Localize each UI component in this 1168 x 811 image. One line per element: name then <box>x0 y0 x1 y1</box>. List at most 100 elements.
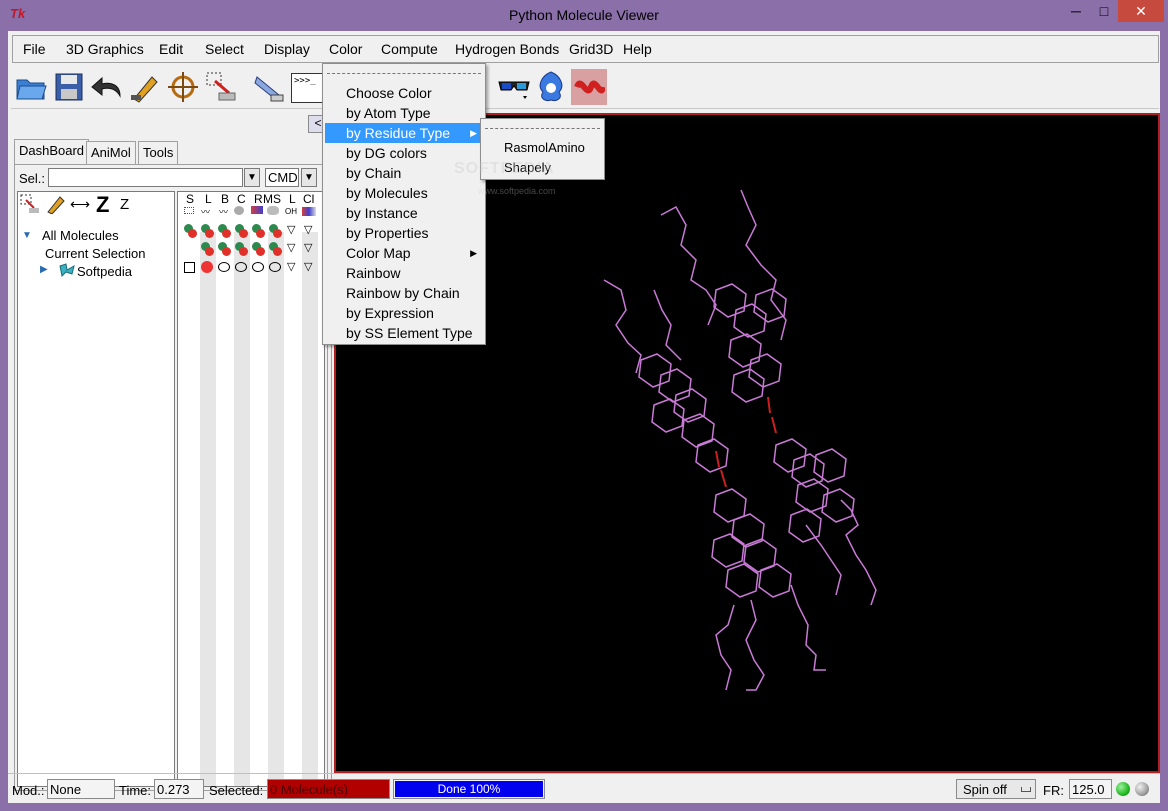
tab-animol[interactable]: AniMol <box>86 141 136 164</box>
menu-compute[interactable]: Compute <box>381 41 438 57</box>
label-toggle-triangle-icon[interactable]: ▽ <box>287 260 295 273</box>
cmd-select[interactable]: CMD <box>265 168 299 187</box>
menu-select[interactable]: Select <box>205 41 244 57</box>
column-header-l: L <box>205 192 212 206</box>
minimize-button[interactable]: ─ <box>1062 0 1090 22</box>
hydrogen-bond <box>771 416 777 434</box>
menu-color[interactable]: Color <box>329 41 362 57</box>
menu-help[interactable]: Help <box>623 41 652 57</box>
toggle-off-oval[interactable] <box>218 262 230 272</box>
cmd-dropdown-arrow-icon[interactable]: ▼ <box>301 168 317 187</box>
color-menu-dropdown: Choose Color by Atom Type by Residue Typ… <box>322 63 486 345</box>
menu-3d-graphics[interactable]: 3D Graphics <box>66 41 144 57</box>
molecule-tree: ⟷ Z Z ▼ All Molecules Current Selection … <box>17 191 175 787</box>
menu-item-by-residue-type[interactable]: by Residue Type ▶ <box>325 123 483 143</box>
tearoff-line[interactable] <box>327 73 481 74</box>
menu-item-rainbow-by-chain[interactable]: Rainbow by Chain <box>325 283 483 303</box>
bond-tool-icon[interactable] <box>251 69 287 105</box>
toggle-dot[interactable] <box>256 229 265 238</box>
toggle-dot[interactable] <box>188 229 197 238</box>
toggle-off-oval[interactable] <box>252 262 264 272</box>
select-region-icon[interactable] <box>203 69 239 105</box>
distance-tool-icon[interactable]: ⟷ <box>70 196 90 213</box>
toggle-dot[interactable] <box>239 247 248 256</box>
label-toggle-triangle-icon[interactable]: ▽ <box>287 223 295 236</box>
ribbon-icon[interactable] <box>571 69 607 105</box>
menu-hydrogen-bonds[interactable]: Hydrogen Bonds <box>455 41 559 57</box>
selection-input[interactable] <box>48 168 243 187</box>
toggle-dot[interactable] <box>273 229 282 238</box>
frame-rate-field[interactable]: 125.0 <box>1069 779 1112 799</box>
color-toggle-triangle-icon[interactable]: ▽ <box>304 223 312 236</box>
molecule-chain <box>805 524 842 596</box>
surface-blob-icon[interactable] <box>533 69 569 105</box>
python-shell-icon[interactable]: >>>_ <box>291 73 325 103</box>
maximize-button[interactable]: □ <box>1090 0 1118 22</box>
expand-triangle-icon[interactable]: ▶ <box>40 264 48 275</box>
tree-item-softpedia[interactable]: Softpedia <box>77 264 132 279</box>
color-toggle-triangle-icon[interactable]: ▽ <box>304 260 312 273</box>
menu-item-by-ss-element-type[interactable]: by SS Element Type <box>325 323 483 343</box>
menu-file[interactable]: File <box>23 41 46 57</box>
menu-item-by-atom-type[interactable]: by Atom Type <box>325 103 483 123</box>
column-stripe <box>268 232 284 786</box>
menu-item-color-map[interactable]: Color Map ▶ <box>325 243 483 263</box>
selected-label: Selected: <box>209 783 264 798</box>
open-folder-icon[interactable] <box>13 69 49 105</box>
menu-grid3d[interactable]: Grid3D <box>569 41 613 57</box>
spin-select[interactable]: Spin off <box>956 779 1036 799</box>
column-stripe <box>234 232 250 786</box>
pencil-tool-icon[interactable] <box>46 194 66 217</box>
menu-item-rainbow[interactable]: Rainbow <box>325 263 483 283</box>
menu-item-by-molecules[interactable]: by Molecules <box>325 183 483 203</box>
stereo-glasses-icon[interactable] <box>496 69 532 105</box>
toggle-dot[interactable] <box>239 229 248 238</box>
column-header-ms: MS <box>263 192 281 206</box>
hydrogen-bond <box>767 396 771 414</box>
tree-item-all-molecules[interactable]: All Molecules <box>42 228 119 243</box>
lines-on-dot[interactable] <box>201 261 213 273</box>
molecule-chain <box>660 205 717 326</box>
crosshair-pick-icon[interactable] <box>165 69 201 105</box>
z-large-tool[interactable]: Z <box>96 192 109 218</box>
select-checkbox[interactable] <box>184 262 195 273</box>
time-value-field: 0.273 <box>154 779 204 799</box>
z-small-tool[interactable]: Z <box>120 196 129 213</box>
left-dashboard-panel: < DashBoard AniMol Tools Sel.: ▼ CMD ▼ ⟷… <box>12 113 332 793</box>
label-toggle-triangle-icon[interactable]: ▽ <box>287 241 295 254</box>
toggle-dot[interactable] <box>205 247 214 256</box>
progress-bar: Done 100% <box>393 779 545 799</box>
softpedia-watermark-url: www.softpedia.com <box>478 186 556 196</box>
color-toggle-triangle-icon[interactable]: ▽ <box>304 241 312 254</box>
toggle-dot[interactable] <box>222 247 231 256</box>
tree-item-current-selection[interactable]: Current Selection <box>45 246 145 261</box>
sel-dropdown-arrow-icon[interactable]: ▼ <box>244 168 260 187</box>
menu-item-by-instance[interactable]: by Instance <box>325 203 483 223</box>
menu-display[interactable]: Display <box>264 41 310 57</box>
menu-item-by-expression[interactable]: by Expression <box>325 303 483 323</box>
select-tool-icon[interactable] <box>20 194 40 217</box>
dropdown-indicator-icon <box>1021 787 1031 792</box>
menu-item-by-properties[interactable]: by Properties <box>325 223 483 243</box>
tab-tools[interactable]: Tools <box>138 141 179 164</box>
toggle-dot[interactable] <box>256 247 265 256</box>
toggle-dot[interactable] <box>273 247 282 256</box>
toggle-dot[interactable] <box>205 229 214 238</box>
save-disk-icon[interactable] <box>51 69 87 105</box>
molecule-icon <box>58 262 76 281</box>
molecule-chain <box>715 604 735 691</box>
selection-pencil-icon[interactable] <box>127 69 163 105</box>
menu-item-choose-color[interactable]: Choose Color <box>325 83 483 103</box>
undo-arrow-icon[interactable] <box>89 69 125 105</box>
close-button[interactable]: ✕ <box>1118 0 1164 22</box>
expand-all-triangle-icon[interactable]: ▼ <box>22 230 32 241</box>
surface-small-icon <box>267 206 279 215</box>
tearoff-line[interactable] <box>485 128 600 129</box>
molecule-rings <box>711 488 792 598</box>
tab-dashboard[interactable]: DashBoard <box>14 139 90 164</box>
submenu-item-rasmolamino[interactable]: RasmolAmino <box>483 138 603 158</box>
toggle-off-oval[interactable] <box>235 262 247 272</box>
toggle-dot[interactable] <box>222 229 231 238</box>
menu-edit[interactable]: Edit <box>159 41 183 57</box>
toggle-off-oval[interactable] <box>269 262 281 272</box>
